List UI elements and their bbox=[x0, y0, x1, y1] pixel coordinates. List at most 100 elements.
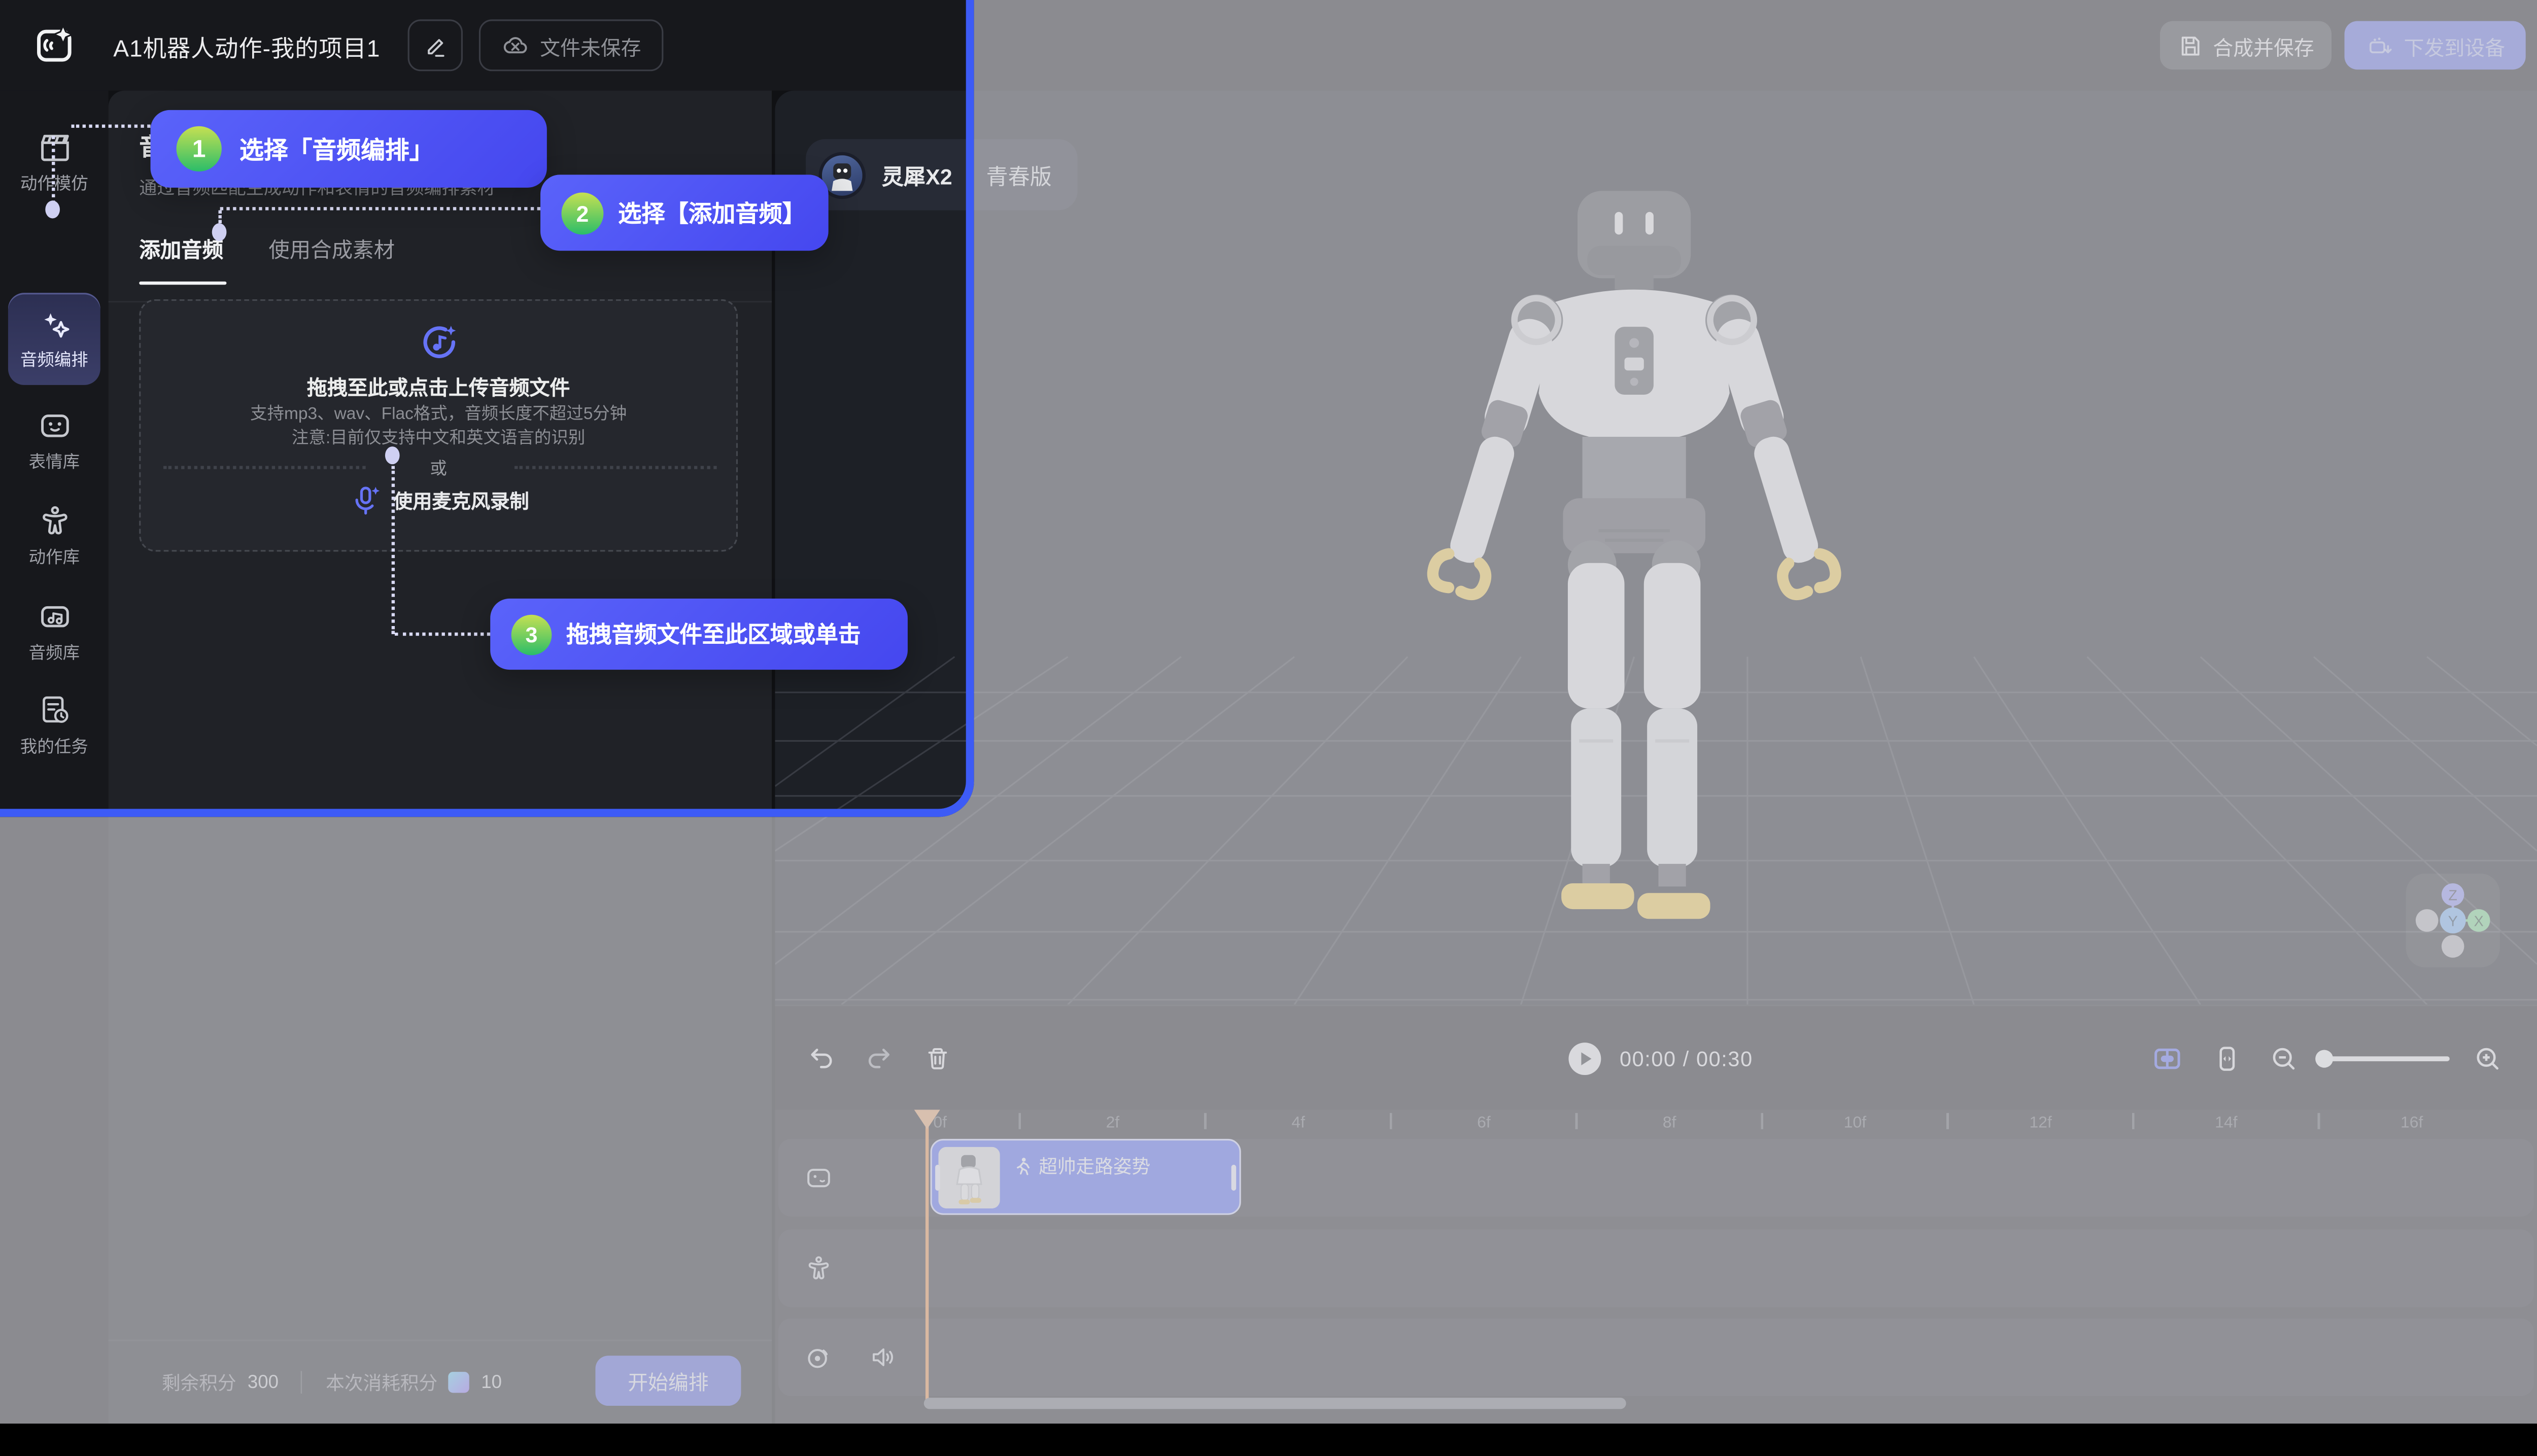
deploy-button[interactable]: 下发到设备 bbox=[2345, 21, 2526, 70]
play-button[interactable] bbox=[1568, 1042, 1602, 1076]
robot-edition: 青春版 bbox=[986, 159, 1052, 191]
audio-track bbox=[778, 1319, 2534, 1396]
zoom-in-icon[interactable] bbox=[2474, 1045, 2501, 1072]
microphone-icon bbox=[348, 482, 384, 517]
timeline: 0f 2f 4f 6f 8f 10f 12f 14f 16f bbox=[775, 1110, 2537, 1424]
ruler-label: 4f bbox=[1291, 1115, 1305, 1132]
tutorial-step-2: 2 选择【添加音频】 bbox=[540, 175, 829, 251]
clip-trim-handle-right[interactable] bbox=[1231, 1165, 1237, 1191]
connector-dot bbox=[212, 223, 227, 241]
app-window: A1机器人动作-我的项目1 文件未保存 合成并保存 下发到设备 bbox=[0, 0, 2537, 1424]
sidebar-item-my-tasks[interactable]: 我的任务 bbox=[0, 692, 109, 759]
upload-title: 拖拽至此或点击上传音频文件 bbox=[141, 370, 736, 401]
upload-note: 注意:目前仅支持中文和英文语言的识别 bbox=[141, 426, 736, 450]
audio-upload-dropzone[interactable]: 拖拽至此或点击上传音频文件 支持mp3、wav、Flac格式，音频长度不超过5分… bbox=[139, 299, 738, 551]
pencil-icon bbox=[423, 33, 448, 57]
upload-audio-icon bbox=[141, 320, 736, 364]
fit-timeline-button[interactable] bbox=[2212, 1044, 2243, 1074]
save-icon bbox=[2177, 33, 2202, 57]
viewport-scene bbox=[775, 91, 2537, 1005]
robot-download-icon bbox=[2365, 31, 2392, 59]
sidebar-item-audio-arrange[interactable]: 音频编排 bbox=[8, 293, 100, 385]
mic-record-button[interactable]: 使用麦克风录制 bbox=[141, 482, 736, 517]
connector-line bbox=[220, 207, 540, 210]
merge-save-label: 合成并保存 bbox=[2213, 30, 2314, 61]
delete-button[interactable] bbox=[924, 1045, 951, 1072]
upload-formats: 支持mp3、wav、Flac格式，音频长度不超过5分钟 bbox=[141, 401, 736, 426]
music-disc-icon bbox=[804, 1343, 833, 1372]
connector-line bbox=[218, 211, 221, 224]
playhead-handle[interactable] bbox=[914, 1110, 940, 1129]
step-text: 选择【添加音频】 bbox=[618, 196, 806, 230]
edit-title-button[interactable] bbox=[408, 19, 463, 71]
ruler-label: 14f bbox=[2215, 1115, 2237, 1132]
auto-scroll-toggle[interactable] bbox=[2152, 1044, 2183, 1074]
time-display: 00:00 / 00:30 bbox=[1620, 1047, 1753, 1071]
clip-trim-handle-left[interactable] bbox=[935, 1165, 940, 1191]
top-bar: A1机器人动作-我的项目1 文件未保存 合成并保存 下发到设备 bbox=[0, 0, 2537, 91]
motion-clip[interactable]: 超帅走路姿势 bbox=[931, 1139, 1241, 1215]
ruler-ticks bbox=[927, 1113, 2480, 1129]
sparkles-icon bbox=[37, 306, 72, 342]
playback-bar: 00:00 / 00:30 bbox=[775, 1004, 2537, 1110]
playhead[interactable] bbox=[925, 1110, 929, 1401]
sidebar-label: 音频编排 bbox=[20, 347, 88, 371]
tab-use-synth-material[interactable]: 使用合成素材 bbox=[268, 233, 395, 264]
redo-button[interactable] bbox=[866, 1045, 893, 1072]
or-label: 或 bbox=[141, 456, 736, 480]
axis-y-label: Y bbox=[2448, 914, 2458, 930]
sidebar-item-expression-lib[interactable]: 表情库 bbox=[0, 408, 109, 474]
app-logo-icon bbox=[32, 23, 78, 68]
clip-name: 超帅走路姿势 bbox=[1039, 1154, 1150, 1180]
3d-viewport[interactable]: 灵犀X2 青春版 Z X Y bbox=[775, 91, 2537, 1005]
connector-dot bbox=[385, 446, 400, 464]
connector-line bbox=[395, 633, 490, 636]
person-icon bbox=[804, 1254, 833, 1282]
ruler-label: 12f bbox=[2029, 1115, 2051, 1132]
robot-face-icon bbox=[804, 1163, 833, 1192]
sidebar-item-action-lib[interactable]: 动作库 bbox=[0, 503, 109, 570]
project-title: A1机器人动作-我的项目1 bbox=[113, 31, 380, 65]
slider-knob[interactable] bbox=[2315, 1050, 2333, 1068]
timeline-zoom-slider[interactable] bbox=[2317, 1056, 2449, 1061]
person-icon bbox=[37, 503, 72, 539]
connector-line bbox=[52, 136, 55, 204]
ruler-label: 6f bbox=[1477, 1115, 1491, 1132]
walk-icon bbox=[1013, 1157, 1032, 1176]
robot-model-badge: 灵犀X2 青春版 bbox=[806, 139, 1078, 210]
divider: │ bbox=[296, 1373, 308, 1392]
cost-credits-label: 本次消耗积分 bbox=[326, 1369, 437, 1395]
remaining-credits-value: 300 bbox=[248, 1373, 279, 1392]
zoom-out-icon[interactable] bbox=[2270, 1045, 2298, 1072]
task-list-icon bbox=[37, 692, 72, 728]
step-number-badge: 2 bbox=[562, 192, 604, 234]
step-text: 拖拽音频文件至此区域或单击 bbox=[566, 618, 861, 650]
axis-gizmo[interactable]: Z X Y bbox=[2406, 874, 2500, 967]
credits-bar: 剩余积分 300 │ 本次消耗积分 10 开始编排 bbox=[109, 1339, 772, 1424]
deploy-label: 下发到设备 bbox=[2404, 30, 2505, 61]
sidebar-label: 我的任务 bbox=[20, 735, 88, 759]
undo-button[interactable] bbox=[807, 1045, 835, 1072]
step-number-badge: 3 bbox=[511, 614, 552, 654]
divider bbox=[969, 162, 970, 188]
file-unsaved-label: 文件未保存 bbox=[540, 30, 641, 61]
left-nav: 动作模仿 音频编排 表情库 动作库 音频库 bbox=[0, 91, 109, 1424]
step-number-badge: 1 bbox=[177, 126, 222, 171]
start-arrange-button[interactable]: 开始编排 bbox=[595, 1356, 741, 1406]
connector-line bbox=[71, 125, 150, 128]
robot-model bbox=[1429, 191, 1839, 919]
axis-x-label: X bbox=[2474, 914, 2484, 930]
merge-save-button[interactable]: 合成并保存 bbox=[2160, 21, 2332, 70]
robot-face-icon bbox=[37, 408, 72, 443]
tab-add-audio[interactable]: 添加音频 bbox=[139, 233, 223, 264]
mic-record-label: 使用麦克风录制 bbox=[393, 486, 529, 513]
connector-dot bbox=[45, 200, 60, 218]
timeline-scrollbar[interactable] bbox=[924, 1398, 1626, 1409]
file-unsaved-button[interactable]: 文件未保存 bbox=[479, 19, 664, 71]
timeline-ruler[interactable]: 0f 2f 4f 6f 8f 10f 12f 14f 16f bbox=[775, 1110, 2537, 1136]
credit-gem-icon bbox=[449, 1372, 469, 1393]
clip-thumbnail bbox=[938, 1147, 1000, 1208]
speaker-icon[interactable] bbox=[869, 1343, 898, 1372]
sidebar-item-audio-lib[interactable]: 音频库 bbox=[0, 599, 109, 665]
robot-name: 灵犀X2 bbox=[882, 159, 952, 191]
